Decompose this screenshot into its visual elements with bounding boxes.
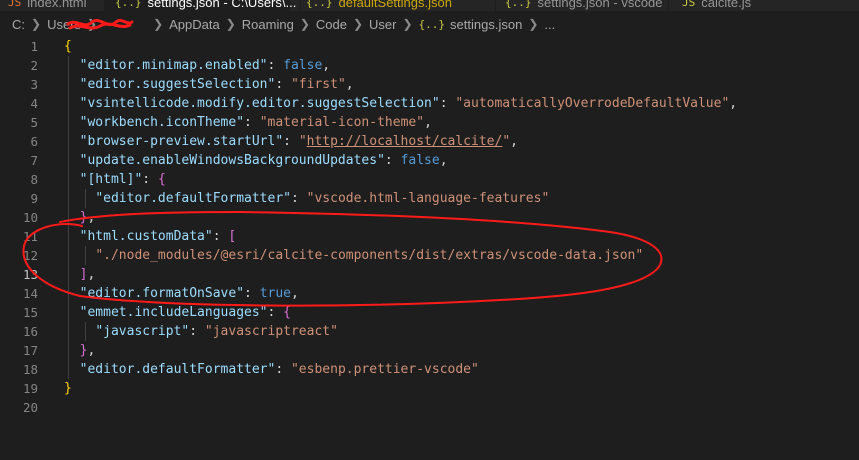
line-number: 7: [30, 153, 38, 168]
tab-label: defaultSettings.json: [338, 0, 452, 10]
chevron-right-icon: ❯: [87, 17, 98, 31]
code-line: 12 "./node_modules/@esri/calcite-compone…: [0, 246, 859, 265]
tab-index-html[interactable]: JS index.html: [8, 0, 103, 11]
line-number: 1: [30, 39, 38, 54]
line-number: 18: [22, 362, 38, 377]
code-line: 9 "editor.defaultFormatter": "vscode.htm…: [0, 189, 859, 208]
chevron-right-icon: ❯: [153, 17, 164, 31]
json-file-icon: {..}: [115, 0, 142, 9]
code-text: "update.enableWindowsBackgroundUpdates":…: [79, 153, 448, 168]
tab-settings-json-vscode[interactable]: {..} settings.json - vscode: [505, 0, 665, 11]
json-file-icon: {..}: [418, 17, 446, 31]
code-line: 5 "workbench.iconTheme": "material-icon-…: [0, 113, 859, 132]
code-line: 10 },: [0, 208, 859, 227]
code-line: 1 {: [0, 37, 859, 56]
tab-calcite-js[interactable]: JS calcite.js: [682, 0, 802, 11]
breadcrumb-item-drive[interactable]: C:: [12, 17, 25, 32]
line-number: 9: [30, 191, 38, 206]
line-number: 17: [22, 343, 38, 358]
code-text: "editor.minimap.enabled": false,: [79, 58, 331, 73]
code-line: 8 "[html]": {: [0, 170, 859, 189]
code-line-current: 13 ],: [0, 265, 859, 284]
breadcrumb-item-appdata[interactable]: AppData: [169, 17, 220, 32]
js-file-icon: JS: [682, 0, 696, 9]
line-number: 11: [22, 229, 38, 244]
breadcrumb-item-roaming[interactable]: Roaming: [242, 17, 294, 32]
js-file-icon: JS: [8, 0, 22, 9]
code-text: "vsintellicode.modify.editor.suggestSele…: [79, 96, 738, 111]
code-text: },: [79, 210, 96, 225]
line-number: 4: [30, 96, 38, 111]
line-number: 14: [22, 286, 38, 301]
tab-label: index.html: [27, 0, 87, 10]
code-line: 19 }: [0, 379, 859, 398]
tab-bar: JS index.html {..} settings.json - C:\Us…: [0, 0, 859, 11]
line-number: 19: [22, 381, 38, 396]
code-line: 18 "editor.defaultFormatter": "esbenp.pr…: [0, 360, 859, 379]
code-line: 6 "browser-preview.startUrl": "http://lo…: [0, 132, 859, 151]
line-number: 8: [30, 172, 38, 187]
code-line: 7 "update.enableWindowsBackgroundUpdates…: [0, 151, 859, 170]
code-text: },: [79, 343, 96, 358]
tab-label: settings.json - C:\Users\...: [147, 0, 297, 10]
code-text: "./node_modules/@esri/calcite-components…: [95, 248, 644, 263]
code-text: "emmet.includeLanguages": {: [79, 305, 291, 320]
line-number: 2: [30, 58, 38, 73]
line-number: 10: [22, 210, 38, 225]
tab-label: calcite.js: [701, 0, 752, 10]
breadcrumb-item-code[interactable]: Code: [316, 17, 347, 32]
line-number: 12: [22, 248, 38, 263]
chevron-right-icon: ❯: [528, 17, 539, 31]
line-number: 16: [22, 324, 38, 339]
line-number: 6: [30, 134, 38, 149]
code-text: {: [64, 39, 72, 54]
code-line: 16 "javascript": "javascriptreact": [0, 322, 859, 341]
chevron-right-icon: ❯: [352, 17, 364, 31]
line-number: 13: [22, 267, 38, 282]
line-number: 20: [22, 400, 38, 415]
line-number: 3: [30, 77, 38, 92]
breadcrumb-item-username-redacted[interactable]: [103, 17, 147, 31]
code-text: "editor.defaultFormatter": "esbenp.prett…: [79, 362, 479, 377]
line-number: 5: [30, 115, 38, 130]
breadcrumb: C: ❯ Users ❯ ❯ AppData ❯ Roaming ❯ Code …: [0, 11, 859, 37]
code-text: "browser-preview.startUrl": "http://loca…: [79, 134, 518, 149]
json-file-icon: {..}: [505, 0, 532, 9]
tab-default-settings[interactable]: {..} defaultSettings.json: [306, 0, 476, 11]
breadcrumb-item-user[interactable]: User: [369, 17, 396, 32]
json-file-icon: {..}: [306, 0, 333, 9]
code-line: 11 "html.customData": [: [0, 227, 859, 246]
code-line: 2 "editor.minimap.enabled": false,: [0, 56, 859, 75]
tab-settings-json-active[interactable]: {..} settings.json - C:\Users\...: [105, 0, 296, 11]
chevron-right-icon: ❯: [225, 17, 236, 31]
chevron-right-icon: ❯: [299, 17, 310, 31]
code-text: "editor.suggestSelection": "first",: [79, 77, 354, 92]
code-text: "workbench.iconTheme": "material-icon-th…: [79, 115, 432, 130]
code-line: 17 },: [0, 341, 859, 360]
code-editor[interactable]: 1 { 2 "editor.minimap.enabled": false, 3…: [0, 37, 859, 460]
chevron-right-icon: ❯: [402, 17, 413, 31]
tab-label: settings.json - vscode: [537, 0, 663, 10]
code-text: }: [64, 381, 72, 396]
code-text: "html.customData": [: [79, 229, 237, 244]
code-text: "editor.defaultFormatter": "vscode.html-…: [95, 191, 550, 206]
code-line: 20: [0, 398, 859, 417]
code-line: 14 "editor.formatOnSave": true,: [0, 284, 859, 303]
code-text: "javascript": "javascriptreact": [95, 324, 338, 339]
code-line: 4 "vsintellicode.modify.editor.suggestSe…: [0, 94, 859, 113]
breadcrumb-item-users[interactable]: Users: [47, 17, 81, 32]
code-line: 3 "editor.suggestSelection": "first",: [0, 75, 859, 94]
code-text: "[html]": {: [79, 172, 166, 187]
breadcrumb-more[interactable]: ...: [544, 17, 555, 32]
url-link[interactable]: http://localhost/calcite/: [307, 134, 503, 149]
line-number: 15: [22, 305, 38, 320]
code-line: 15 "emmet.includeLanguages": {: [0, 303, 859, 322]
code-text: ],: [79, 267, 96, 282]
code-text: "editor.formatOnSave": true,: [79, 286, 299, 301]
chevron-right-icon: ❯: [31, 17, 42, 31]
breadcrumb-item-file[interactable]: settings.json: [450, 17, 522, 32]
